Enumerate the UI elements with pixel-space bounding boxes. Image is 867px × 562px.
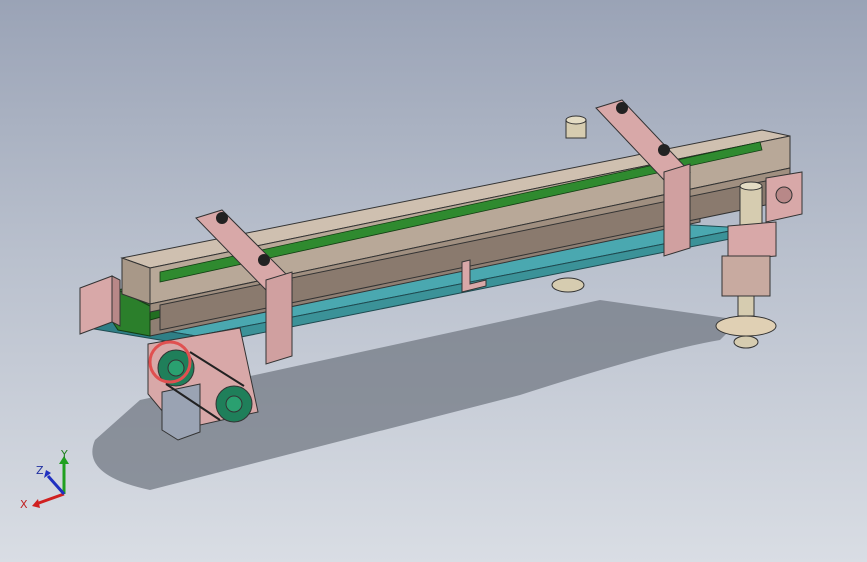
right-end-bracket[interactable] <box>765 171 803 223</box>
coordinate-triad: Y Z X <box>18 448 78 518</box>
y-axis-label: Y <box>60 448 68 461</box>
z-axis-label: Z <box>36 464 44 477</box>
x-axis-line <box>35 492 65 506</box>
z-axis-line <box>46 475 66 495</box>
x-axis-arrow <box>32 499 40 508</box>
conveyor-model-view[interactable] <box>0 0 867 562</box>
graphics-viewport[interactable]: Y Z X <box>0 0 867 562</box>
x-axis-label: X <box>20 498 28 511</box>
